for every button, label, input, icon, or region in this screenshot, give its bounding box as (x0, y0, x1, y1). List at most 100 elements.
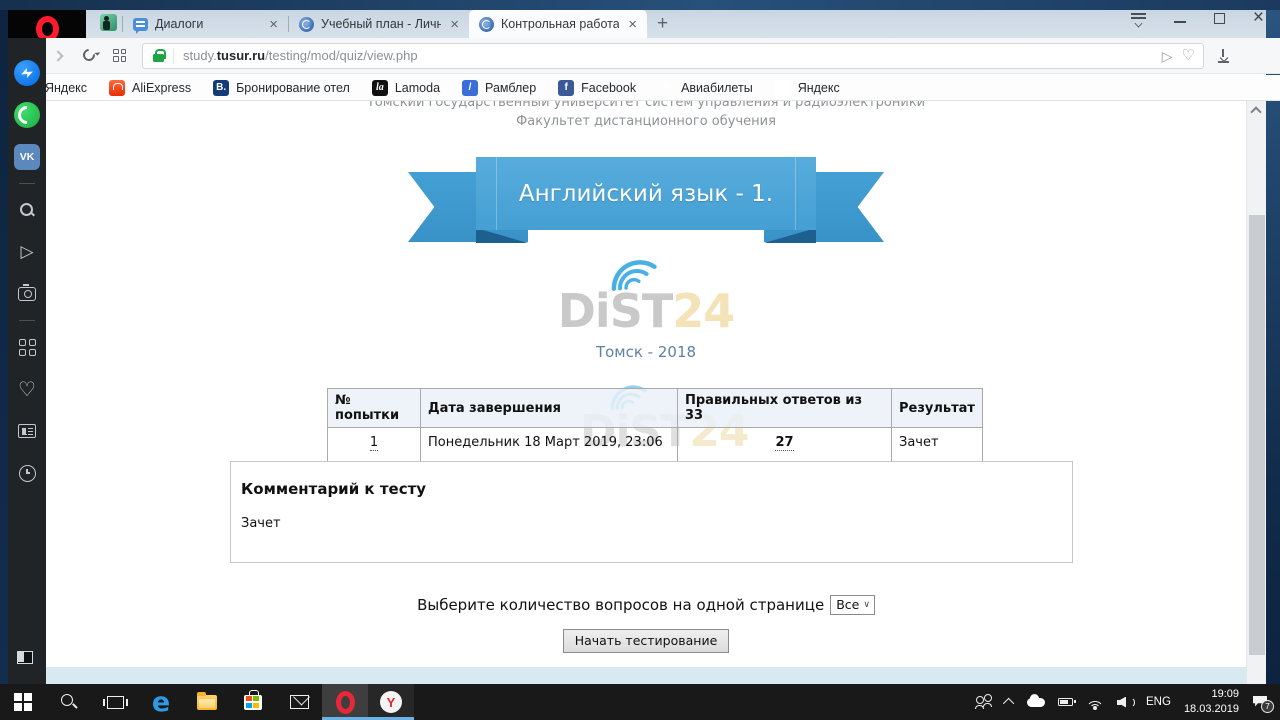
attempt-link[interactable]: 1 (370, 435, 378, 451)
reload-button[interactable] (82, 48, 98, 64)
correct-link[interactable]: 27 (775, 435, 793, 451)
taskbar-clock[interactable]: 19:09 18.03.2019 (1184, 687, 1239, 717)
scroll-up-icon[interactable] (1250, 106, 1261, 117)
taskbar-search-button[interactable] (46, 684, 92, 720)
sidebar-item-speed-dial[interactable] (8, 326, 46, 368)
tab-close-icon[interactable] (448, 17, 461, 32)
course-title: Английский язык - 1. (519, 181, 773, 207)
taskbar: e Y ENG 19:09 18.03.2019 7 (0, 684, 1280, 720)
messenger-icon (14, 60, 40, 86)
desktop-wallpaper-left (0, 10, 8, 684)
opera-taskbar-button[interactable] (322, 684, 368, 720)
battery-icon[interactable] (1058, 698, 1073, 706)
dist24-logo: DiST24 (46, 284, 1246, 338)
sidebar-item-my-flow[interactable] (8, 231, 46, 273)
tab-quiz-active[interactable]: Контрольная работа по д (469, 10, 647, 38)
chat-bubble-icon (133, 18, 148, 31)
action-center-icon[interactable]: 7 (1252, 695, 1270, 710)
faculty-subtitle: Факультет дистанционного обучения (46, 114, 1246, 129)
volume-icon[interactable] (1117, 696, 1133, 709)
bookmark-aliexpress[interactable]: AliExpress (109, 80, 191, 96)
bookmark-yandex-2[interactable]: ЯЯндекс (775, 80, 840, 96)
tab-label: Диалоги (155, 17, 260, 31)
per-page-select[interactable]: Все (830, 595, 875, 615)
desktop-wallpaper-top (0, 0, 1280, 10)
tab-label: Учебный план - Личный (321, 17, 441, 31)
date: 18.03.2019 (1184, 702, 1239, 717)
sidebar-item-bookmarks[interactable] (8, 368, 46, 410)
pinned-tab-favicon[interactable] (100, 14, 117, 31)
bookmark-heart-icon[interactable] (1182, 48, 1195, 63)
sidebar-item-history[interactable] (8, 452, 46, 494)
sidebar-item-messenger[interactable] (8, 52, 46, 94)
forward-button[interactable] (52, 48, 68, 64)
task-view-button[interactable] (92, 684, 138, 720)
my-flow-share-icon[interactable] (1162, 49, 1173, 63)
people-icon[interactable] (975, 695, 993, 709)
airplane-icon: ✈ (658, 80, 674, 96)
sidebar-item-search[interactable] (8, 189, 46, 231)
mail-button[interactable] (276, 684, 322, 720)
comment-title: Комментарий к тесту (241, 480, 426, 498)
onedrive-cloud-icon[interactable] (1027, 698, 1045, 707)
edge-button[interactable]: e (138, 684, 184, 720)
tab-dialogs[interactable]: Диалоги (123, 10, 288, 38)
system-tray: ENG 19:09 18.03.2019 7 (975, 684, 1280, 720)
mail-icon (290, 695, 309, 709)
start-button[interactable] (0, 684, 46, 720)
sidebar-item-whatsapp[interactable] (8, 94, 46, 136)
start-test-button[interactable]: Начать тестирование (563, 629, 730, 653)
sidebar-item-news[interactable] (8, 410, 46, 452)
table-header-row: № попытки Дата завершения Правильных отв… (328, 389, 983, 428)
bookmark-booking[interactable]: B.Бронирование отел (213, 80, 350, 96)
bookmark-avia[interactable]: ✈Авиабилеты (658, 80, 753, 96)
file-explorer-button[interactable] (184, 684, 230, 720)
page-content: Томский государственный университет сист… (46, 101, 1246, 667)
language-indicator[interactable]: ENG (1146, 696, 1171, 708)
bookmark-facebook[interactable]: fFacebook (558, 80, 636, 96)
scrollbar[interactable] (1246, 101, 1266, 684)
reload-icon (81, 46, 98, 63)
tab-label: Контрольная работа по д (501, 17, 619, 31)
tab-close-icon[interactable] (267, 17, 280, 32)
yandex-browser-button[interactable]: Y (368, 684, 414, 720)
wifi-icon[interactable] (1086, 696, 1104, 709)
sidebar-toggle[interactable] (6, 636, 44, 678)
secure-lock-icon[interactable] (153, 49, 164, 62)
tab-curriculum[interactable]: Учебный план - Личный (289, 10, 469, 38)
minimize-icon[interactable] (1174, 21, 1186, 23)
sidebar-item-snapshot[interactable] (8, 273, 46, 315)
comment-body: Зачет (241, 516, 281, 531)
opera-sidebar: VK (8, 38, 46, 684)
downloads-icon[interactable] (1216, 49, 1230, 63)
edge-icon: e (152, 689, 170, 716)
speed-dial-icon (19, 339, 36, 356)
start-icon (14, 693, 32, 711)
new-tab-button[interactable] (647, 10, 678, 38)
results-table: № попытки Дата завершения Правильных отв… (327, 388, 983, 468)
screen: Диалоги Учебный план - Личный Контрольна… (0, 0, 1280, 720)
history-clock-icon (19, 465, 36, 482)
tusur-favicon (299, 17, 314, 32)
bookmark-rambler[interactable]: /Рамблер (462, 80, 536, 96)
tab-menu-icon[interactable] (1131, 12, 1146, 24)
tray-chevron-up-icon[interactable] (1003, 698, 1014, 709)
sidebar-item-vk[interactable]: VK (8, 136, 46, 178)
sidebar-panel-toggle-icon (17, 651, 33, 664)
bookmark-lamoda[interactable]: laLamoda (372, 80, 440, 96)
col-finished: Дата завершения (421, 389, 678, 428)
col-correct: Правильных ответов из 33 (678, 389, 892, 428)
ms-store-button[interactable] (230, 684, 276, 720)
maximize-icon[interactable] (1214, 13, 1225, 24)
url-field[interactable]: study.tusur.ru/testing/mod/quiz/view.php (142, 43, 1204, 69)
url-text: study.tusur.ru/testing/mod/quiz/view.php (183, 48, 418, 63)
scrollbar-thumb[interactable] (1249, 215, 1265, 655)
facebook-icon: f (558, 80, 574, 96)
notification-badge: 7 (1261, 700, 1274, 713)
tab-tiles-button[interactable] (112, 48, 128, 64)
close-icon[interactable] (1253, 12, 1264, 24)
tab-close-icon[interactable] (626, 17, 639, 32)
per-page-label: Выберите количество вопросов на одной ст… (417, 596, 824, 614)
tusur-favicon (479, 17, 494, 32)
col-attempt: № попытки (328, 389, 421, 428)
